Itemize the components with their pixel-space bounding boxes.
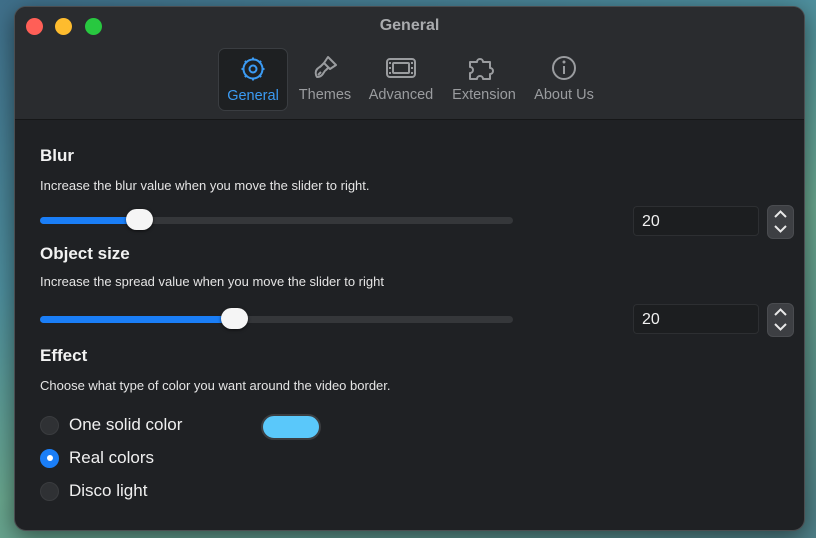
tab-extension-label: Extension: [452, 87, 516, 103]
blur-heading: Blur: [40, 146, 74, 165]
tab-general-label: General: [227, 88, 279, 104]
object-size-slider-knob[interactable]: [220, 308, 248, 329]
tab-advanced-label: Advanced: [368, 87, 434, 103]
radio-label: Disco light: [69, 481, 148, 500]
effect-description: Choose what type of color you want aroun…: [40, 378, 391, 393]
blur-value: 20: [642, 213, 660, 230]
object-size-stepper[interactable]: [767, 303, 794, 337]
effect-heading: Effect: [40, 346, 88, 365]
general-settings-panel: Blur Increase the blur value when you mo…: [15, 120, 804, 530]
blur-description: Increase the blur value when you move th…: [40, 178, 370, 193]
blur-slider[interactable]: [40, 209, 513, 230]
chevron-down-icon[interactable]: [773, 322, 788, 332]
radio-button[interactable]: [40, 481, 59, 501]
radio-button[interactable]: [40, 415, 59, 435]
object-size-description: Increase the spread value when you move …: [40, 274, 384, 289]
tab-about-us-label: About Us: [534, 87, 594, 103]
gear-icon: [241, 57, 265, 81]
radio-one-solid-color[interactable]: One solid color: [40, 414, 182, 436]
tab-about-us[interactable]: About Us: [529, 48, 599, 109]
blur-slider-knob[interactable]: [126, 209, 154, 230]
puzzle-piece-icon: [469, 58, 494, 80]
object-size-value: 20: [642, 311, 660, 328]
toolbar: General General Themes Advanced Extensio…: [15, 7, 804, 120]
info-icon: [552, 56, 576, 80]
chevron-up-icon[interactable]: [773, 209, 788, 219]
blur-slider-fill: [40, 217, 140, 224]
tab-themes[interactable]: Themes: [293, 48, 357, 109]
object-size-slider-fill: [40, 316, 234, 323]
radio-real-colors[interactable]: Real colors: [40, 447, 154, 469]
chevron-up-icon[interactable]: [773, 307, 788, 317]
tab-general[interactable]: General: [218, 48, 288, 111]
tab-extension[interactable]: Extension: [447, 48, 521, 109]
radio-label: One solid color: [69, 415, 183, 434]
object-size-heading: Object size: [40, 244, 130, 263]
film-icon: [386, 58, 416, 78]
paintbrush-icon: [314, 56, 337, 78]
radio-label: Real colors: [69, 448, 155, 467]
radio-disco-light[interactable]: Disco light: [40, 480, 147, 502]
window-title: General: [379, 17, 440, 34]
tab-advanced[interactable]: Advanced: [365, 48, 437, 109]
preferences-window: General General Themes Advanced Extensio…: [14, 6, 805, 531]
blur-stepper[interactable]: [767, 205, 794, 239]
object-size-value-field[interactable]: 20: [633, 304, 759, 334]
blur-value-field[interactable]: 20: [633, 206, 759, 236]
chevron-down-icon[interactable]: [773, 224, 788, 234]
radio-button[interactable]: [40, 448, 59, 468]
tab-themes-label: Themes: [298, 87, 352, 103]
solid-color-swatch[interactable]: [261, 414, 321, 440]
object-size-slider[interactable]: [40, 308, 513, 329]
